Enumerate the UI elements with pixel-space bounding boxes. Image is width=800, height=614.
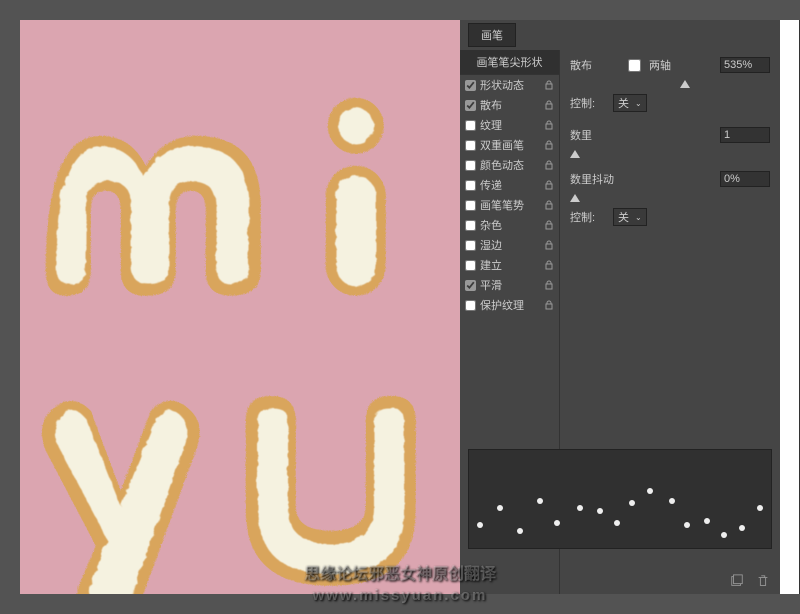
brush-option-2[interactable]: 纹理 — [460, 115, 559, 135]
lock-icon[interactable] — [544, 260, 554, 270]
control-label: 控制: — [570, 95, 605, 111]
option-label: 平滑 — [480, 277, 540, 293]
scatter-value-field[interactable] — [720, 57, 770, 73]
scatter-slider[interactable] — [570, 78, 770, 90]
brush-option-3[interactable]: 双重画笔 — [460, 135, 559, 155]
option-checkbox[interactable] — [465, 120, 476, 131]
option-label: 散布 — [480, 97, 540, 113]
preview-dot — [739, 525, 745, 531]
preview-dot — [497, 505, 503, 511]
option-label: 双重画笔 — [480, 137, 540, 153]
preview-dot — [684, 522, 690, 528]
option-checkbox[interactable] — [465, 240, 476, 251]
option-checkbox[interactable] — [465, 180, 476, 191]
count-slider[interactable] — [570, 148, 770, 160]
lock-icon[interactable] — [544, 280, 554, 290]
control2-label: 控制: — [570, 209, 605, 225]
option-label: 画笔笔势 — [480, 197, 540, 213]
lock-icon[interactable] — [544, 220, 554, 230]
lock-icon[interactable] — [544, 200, 554, 210]
preview-dot — [757, 505, 763, 511]
lock-icon[interactable] — [544, 100, 554, 110]
preview-dot — [517, 528, 523, 534]
chevron-down-icon: ⌄ — [635, 99, 642, 108]
trash-icon[interactable] — [756, 574, 770, 588]
brush-tip-shape-header[interactable]: 画笔笔尖形状 — [460, 50, 559, 75]
option-label: 传递 — [480, 177, 540, 193]
count-value-field[interactable] — [720, 127, 770, 143]
lock-icon[interactable] — [544, 300, 554, 310]
count-jitter-slider[interactable] — [570, 192, 770, 204]
option-label: 湿边 — [480, 237, 540, 253]
option-label: 保护纹理 — [480, 297, 540, 313]
option-checkbox[interactable] — [465, 300, 476, 311]
option-checkbox[interactable] — [465, 160, 476, 171]
preview-dot — [477, 522, 483, 528]
count-jitter-control-dropdown[interactable]: 关⌄ — [613, 208, 647, 226]
option-label: 纹理 — [480, 117, 540, 133]
option-label: 建立 — [480, 257, 540, 273]
lock-icon[interactable] — [544, 180, 554, 190]
brush-preview — [468, 449, 772, 549]
brush-tab[interactable]: 画笔 — [468, 23, 516, 47]
brush-option-6[interactable]: 画笔笔势 — [460, 195, 559, 215]
preview-dot — [629, 500, 635, 506]
brush-option-8[interactable]: 湿边 — [460, 235, 559, 255]
lock-icon[interactable] — [544, 240, 554, 250]
option-checkbox[interactable] — [465, 260, 476, 271]
brush-option-0[interactable]: 形状动态 — [460, 75, 559, 95]
brush-option-10[interactable]: 平滑 — [460, 275, 559, 295]
preview-dot — [597, 508, 603, 514]
new-preset-icon[interactable] — [730, 574, 744, 588]
preview-dot — [577, 505, 583, 511]
cookie-text-art — [20, 20, 460, 594]
option-checkbox[interactable] — [465, 80, 476, 91]
brush-panel: 画笔 画笔笔尖形状 形状动态散布纹理双重画笔颜色动态传递画笔笔势杂色湿边建立平滑… — [460, 20, 780, 594]
preview-dot — [669, 498, 675, 504]
lock-icon[interactable] — [544, 80, 554, 90]
lock-icon[interactable] — [544, 120, 554, 130]
option-checkbox[interactable] — [465, 220, 476, 231]
scatter-label: 散布 — [570, 57, 620, 73]
brush-option-7[interactable]: 杂色 — [460, 215, 559, 235]
option-label: 形状动态 — [480, 77, 540, 93]
scatter-control-dropdown[interactable]: 关⌄ — [613, 94, 647, 112]
option-checkbox[interactable] — [465, 100, 476, 111]
count-jitter-field[interactable] — [720, 171, 770, 187]
preview-dot — [647, 488, 653, 494]
preview-dot — [704, 518, 710, 524]
preview-dot — [614, 520, 620, 526]
both-axes-checkbox[interactable] — [628, 59, 641, 72]
option-checkbox[interactable] — [465, 200, 476, 211]
preview-dot — [554, 520, 560, 526]
lock-icon[interactable] — [544, 140, 554, 150]
canvas-area[interactable] — [20, 20, 460, 594]
option-label: 颜色动态 — [480, 157, 540, 173]
option-checkbox[interactable] — [465, 140, 476, 151]
preview-dot — [537, 498, 543, 504]
lock-icon[interactable] — [544, 160, 554, 170]
both-axes-label: 两轴 — [649, 57, 671, 73]
brush-option-4[interactable]: 颜色动态 — [460, 155, 559, 175]
chevron-down-icon: ⌄ — [635, 213, 642, 222]
count-jitter-label: 数里抖动 — [570, 171, 620, 187]
brush-option-9[interactable]: 建立 — [460, 255, 559, 275]
brush-option-11[interactable]: 保护纹理 — [460, 295, 559, 315]
preview-dot — [721, 532, 727, 538]
brush-option-5[interactable]: 传递 — [460, 175, 559, 195]
option-checkbox[interactable] — [465, 280, 476, 291]
option-label: 杂色 — [480, 217, 540, 233]
count-label: 数里 — [570, 127, 620, 143]
brush-option-1[interactable]: 散布 — [460, 95, 559, 115]
